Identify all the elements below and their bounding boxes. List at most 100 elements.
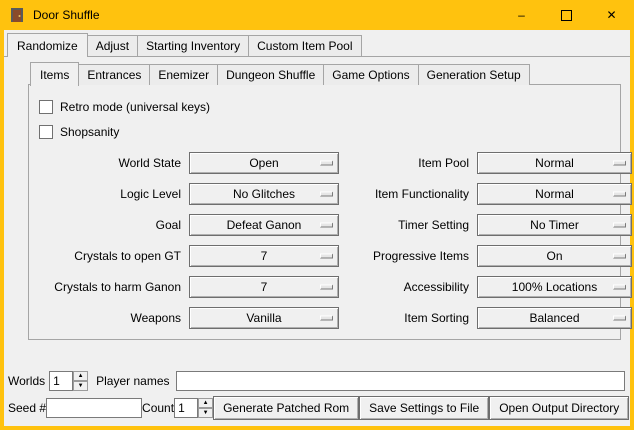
maximize-icon [561,10,572,21]
tab-starting-inventory[interactable]: Starting Inventory [137,35,249,56]
checkbox-label: Retro mode (universal keys) [60,100,210,114]
timer-setting-dropdown[interactable]: No Timer [477,214,632,236]
progressive-items-dropdown[interactable]: On [477,245,632,267]
worlds-input[interactable] [49,371,73,391]
worlds-row: Worlds ▲ ▼ Player names [8,371,625,391]
item-functionality-label: Item Functionality [347,187,469,201]
item-sorting-label: Item Sorting [347,311,469,325]
window-content: Randomize Adjust Starting Inventory Cust… [4,30,630,426]
minimize-button[interactable]: – [499,0,544,30]
checkbox-icon [39,100,53,114]
timer-setting-label: Timer Setting [347,218,469,232]
crystals-gt-label: Crystals to open GT [35,249,181,263]
dropdown-indicator-icon [613,285,626,290]
spin-down-icon[interactable]: ▼ [198,408,213,418]
count-input[interactable] [174,398,198,418]
item-pool-dropdown[interactable]: Normal [477,152,632,174]
spin-down-icon[interactable]: ▼ [73,381,88,391]
subtab-items[interactable]: Items [30,62,79,86]
world-state-dropdown[interactable]: Open [189,152,339,174]
worlds-spinbox: ▲ ▼ [49,371,88,391]
dropdown-indicator-icon [320,192,333,197]
retro-mode-checkbox[interactable]: Retro mode (universal keys) [39,94,614,119]
dropdown-value: 7 [261,280,268,294]
sub-notebook: Items Entrances Enemizer Dungeon Shuffle… [28,62,621,340]
dropdown-indicator-icon [320,223,333,228]
options-grid: World State Open Item Pool Normal Logic … [35,152,614,329]
player-names-input[interactable] [176,371,626,391]
sub-tab-bar: Items Entrances Enemizer Dungeon Shuffle… [28,62,621,85]
item-functionality-dropdown[interactable]: Normal [477,183,632,205]
dropdown-value: Normal [535,187,574,201]
seed-label: Seed # [8,401,46,415]
item-sorting-dropdown[interactable]: Balanced [477,307,632,329]
dropdown-indicator-icon [320,316,333,321]
window-controls: – ✕ [499,0,634,30]
accessibility-label: Accessibility [347,280,469,294]
dropdown-indicator-icon [320,161,333,166]
dropdown-value: Open [249,156,278,170]
subtab-dungeon-shuffle[interactable]: Dungeon Shuffle [217,64,324,85]
app-icon [9,7,25,23]
close-icon: ✕ [606,8,616,22]
spin-up-icon[interactable]: ▲ [198,398,213,408]
crystals-gt-dropdown[interactable]: 7 [189,245,339,267]
subtab-game-options[interactable]: Game Options [323,64,418,85]
count-spinbox: ▲ ▼ [174,398,213,418]
tab-custom-item-pool[interactable]: Custom Item Pool [248,35,361,56]
dropdown-value: Defeat Ganon [227,218,302,232]
dropdown-indicator-icon [613,223,626,228]
shopsanity-checkbox[interactable]: Shopsanity [39,119,614,144]
bottom-bar: Worlds ▲ ▼ Player names Seed # [8,371,625,420]
seed-row: Seed # Count ▲ ▼ Generate Patched Rom Sa… [8,396,625,420]
subtab-generation-setup[interactable]: Generation Setup [418,64,530,85]
tab-randomize[interactable]: Randomize [7,33,88,57]
window-title: Door Shuffle [33,8,100,22]
dropdown-value: On [546,249,562,263]
maximize-button[interactable] [544,0,589,30]
save-settings-button[interactable]: Save Settings to File [359,396,489,420]
crystals-ganon-label: Crystals to harm Ganon [35,280,181,294]
close-button[interactable]: ✕ [589,0,634,30]
dropdown-indicator-icon [320,285,333,290]
seed-input[interactable] [46,398,142,418]
app-window: Door Shuffle – ✕ Randomize Adjust Starti… [0,0,634,430]
logic-level-label: Logic Level [35,187,181,201]
weapons-label: Weapons [35,311,181,325]
dropdown-indicator-icon [613,254,626,259]
subtab-entrances[interactable]: Entrances [78,64,150,85]
item-pool-label: Item Pool [347,156,469,170]
checkbox-icon [39,125,53,139]
generate-patched-rom-button[interactable]: Generate Patched Rom [213,396,359,420]
dropdown-indicator-icon [613,316,626,321]
logic-level-dropdown[interactable]: No Glitches [189,183,339,205]
count-label: Count [142,401,174,415]
subtab-enemizer[interactable]: Enemizer [149,64,218,85]
title-bar[interactable]: Door Shuffle – ✕ [0,0,634,30]
dropdown-value: Balanced [529,311,579,325]
checkbox-label: Shopsanity [60,125,119,139]
crystals-ganon-dropdown[interactable]: 7 [189,276,339,298]
open-output-directory-button[interactable]: Open Output Directory [489,396,629,420]
dropdown-indicator-icon [613,161,626,166]
dropdown-indicator-icon [613,192,626,197]
dropdown-value: 100% Locations [512,280,597,294]
progressive-items-label: Progressive Items [347,249,469,263]
items-pane: Retro mode (universal keys) Shopsanity W… [28,84,621,340]
dropdown-value: No Glitches [233,187,295,201]
dropdown-value: Vanilla [246,311,281,325]
dropdown-indicator-icon [320,254,333,259]
minimize-icon: – [518,8,525,22]
accessibility-dropdown[interactable]: 100% Locations [477,276,632,298]
main-tab-bar: Randomize Adjust Starting Inventory Cust… [4,30,630,57]
weapons-dropdown[interactable]: Vanilla [189,307,339,329]
worlds-label: Worlds [8,374,45,388]
dropdown-value: Normal [535,156,574,170]
goal-dropdown[interactable]: Defeat Ganon [189,214,339,236]
player-names-label: Player names [96,374,169,388]
dropdown-value: No Timer [530,218,579,232]
world-state-label: World State [35,156,181,170]
tab-adjust[interactable]: Adjust [87,35,138,56]
dropdown-value: 7 [261,249,268,263]
spin-up-icon[interactable]: ▲ [73,371,88,381]
